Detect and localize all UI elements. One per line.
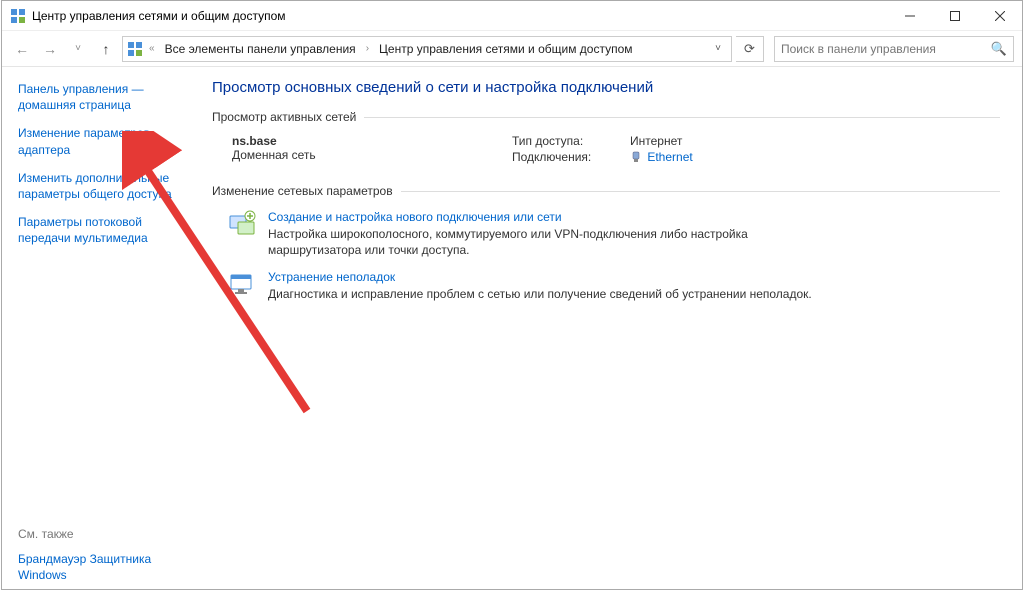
minimize-button[interactable] <box>887 1 932 31</box>
window-title: Центр управления сетями и общим доступом <box>32 9 887 23</box>
network-settings-legend: Изменение сетевых параметров <box>212 184 1000 204</box>
connection-ethernet-link[interactable]: Ethernet <box>647 150 692 164</box>
sidebar-home-link[interactable]: Панель управления — домашняя страница <box>18 81 192 113</box>
new-connection-action: Создание и настройка нового подключения … <box>212 204 1000 264</box>
close-button[interactable] <box>977 1 1022 31</box>
see-also-heading: См. также <box>18 527 192 541</box>
window-controls <box>887 1 1022 31</box>
connections-label: Подключения: <box>512 150 612 164</box>
sidebar-media-streaming-link[interactable]: Параметры потоковой передачи мультимедиа <box>18 214 192 246</box>
refresh-button[interactable]: ⟳ <box>736 36 764 62</box>
breadcrumb-root-chevron[interactable]: « <box>147 43 157 54</box>
access-type-label: Тип доступа: <box>512 134 612 148</box>
active-network-row: ns.base Доменная сеть Тип доступа: Интер… <box>212 130 1000 166</box>
search-icon: 🔍 <box>991 41 1007 57</box>
network-details: Тип доступа: Интернет Подключения: Ether… <box>512 134 693 166</box>
active-networks-group: Просмотр активных сетей ns.base Доменная… <box>212 110 1000 166</box>
network-type: Доменная сеть <box>232 148 512 162</box>
ethernet-icon <box>630 151 642 163</box>
back-button[interactable]: ← <box>10 37 34 61</box>
network-identity: ns.base Доменная сеть <box>232 134 512 166</box>
troubleshoot-icon <box>228 270 256 298</box>
recent-locations-button[interactable]: ˅ <box>66 37 90 61</box>
body: Панель управления — домашняя страница Из… <box>2 67 1022 589</box>
sidebar-sharing-settings-link[interactable]: Изменить дополнительные параметры общего… <box>18 170 192 202</box>
up-button[interactable]: ↑ <box>94 37 118 61</box>
network-settings-group: Изменение сетевых параметров Создание и … <box>212 184 1000 309</box>
new-connection-link[interactable]: Создание и настройка нового подключения … <box>268 210 818 224</box>
app-icon <box>10 8 26 24</box>
breadcrumb-dropdown[interactable]: ˅ <box>709 43 727 54</box>
access-type-value: Интернет <box>630 134 682 148</box>
troubleshoot-desc: Диагностика и исправление проблем с сеть… <box>268 286 812 302</box>
page-heading: Просмотр основных сведений о сети и наст… <box>212 79 1000 96</box>
breadcrumb-bar[interactable]: « Все элементы панели управления › Центр… <box>122 36 732 62</box>
sidebar: Панель управления — домашняя страница Из… <box>2 67 202 589</box>
search-box[interactable]: 🔍 <box>774 36 1014 62</box>
main-content: Просмотр основных сведений о сети и наст… <box>202 67 1022 589</box>
breadcrumb-seg-all-items[interactable]: Все элементы панели управления <box>161 40 360 58</box>
network-name: ns.base <box>232 134 512 148</box>
maximize-button[interactable] <box>932 1 977 31</box>
chevron-right-icon: › <box>364 43 371 54</box>
control-panel-icon <box>127 41 143 57</box>
new-connection-desc: Настройка широкополосного, коммутируемог… <box>268 226 818 258</box>
troubleshoot-link[interactable]: Устранение неполадок <box>268 270 812 284</box>
search-input[interactable] <box>781 42 991 56</box>
titlebar: Центр управления сетями и общим доступом <box>2 1 1022 31</box>
forward-button[interactable]: → <box>38 37 62 61</box>
window: Центр управления сетями и общим доступом… <box>1 0 1023 590</box>
troubleshoot-action: Устранение неполадок Диагностика и испра… <box>212 264 1000 308</box>
active-networks-legend: Просмотр активных сетей <box>212 110 1000 130</box>
new-connection-icon <box>228 210 256 238</box>
breadcrumb-seg-network-center[interactable]: Центр управления сетями и общим доступом <box>375 40 637 58</box>
sidebar-firewall-link[interactable]: Брандмауэр Защитника Windows <box>18 551 192 583</box>
sidebar-adapter-settings-link[interactable]: Изменение параметров адаптера <box>18 125 192 157</box>
address-bar: ← → ˅ ↑ « Все элементы панели управления… <box>2 31 1022 67</box>
